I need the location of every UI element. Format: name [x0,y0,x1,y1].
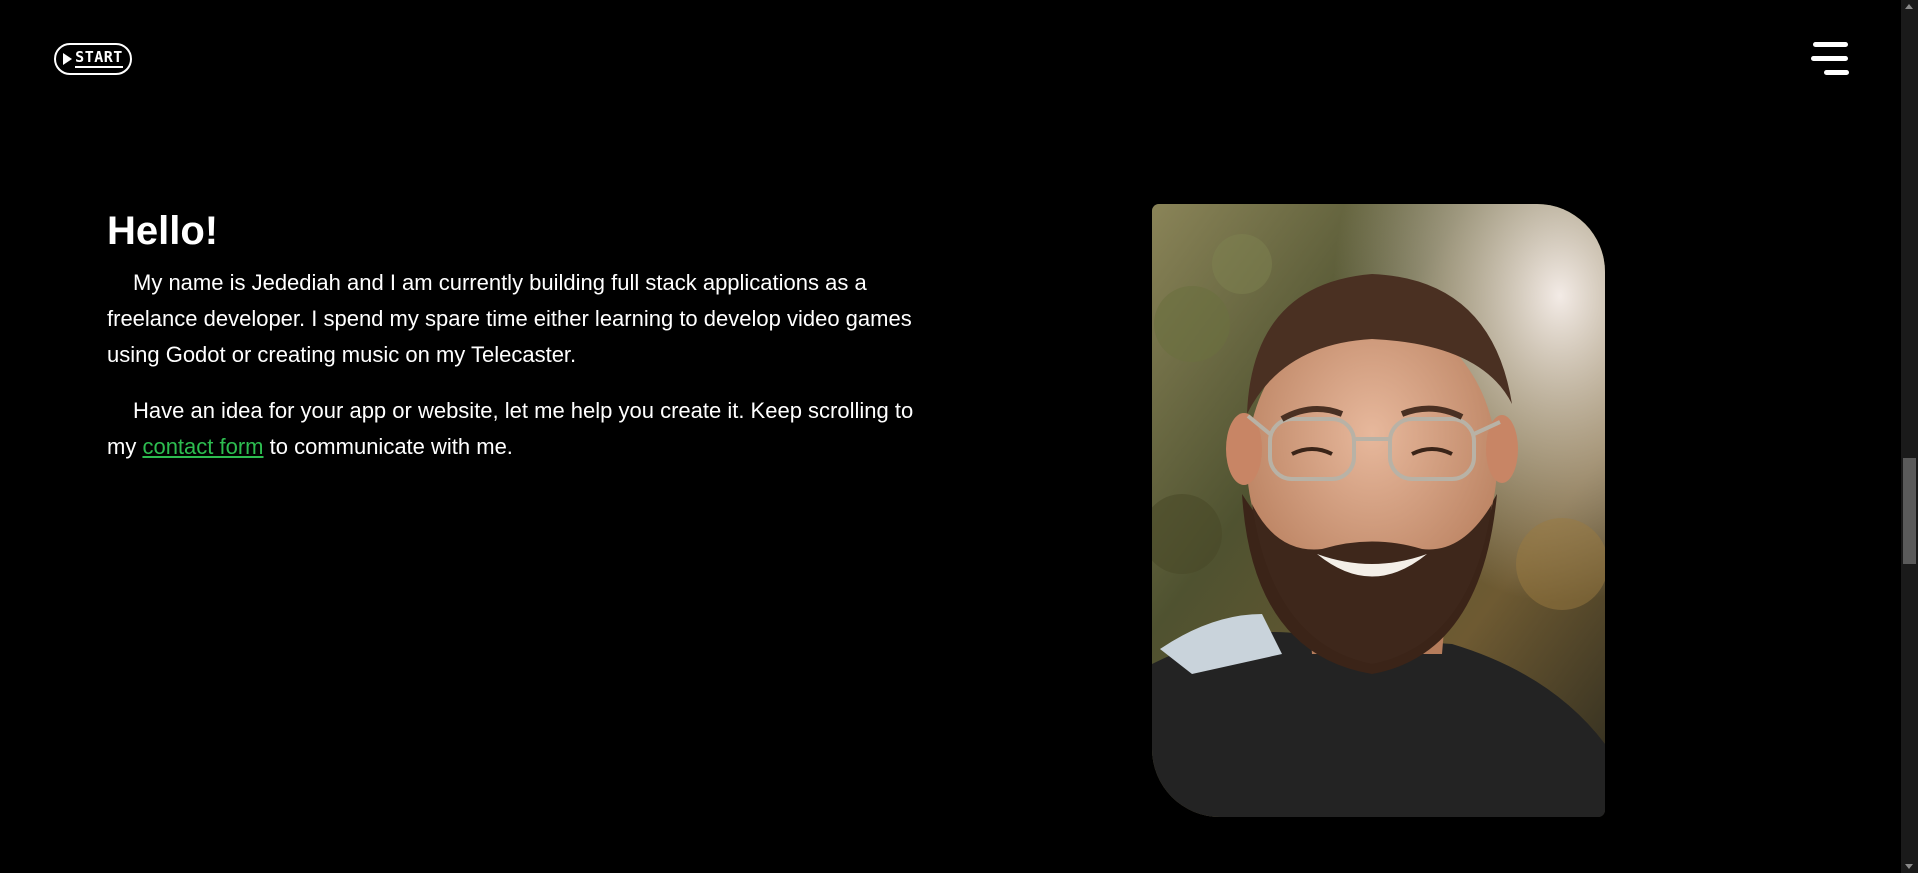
menu-line [1824,70,1849,75]
start-logo-link[interactable]: START [54,43,132,75]
contact-paragraph: Have an idea for your app or website, le… [107,393,947,465]
scroll-down-icon[interactable] [1905,864,1913,869]
contact-form-link[interactable]: contact form [142,434,263,459]
page: START Hello! My name is Jedediah and I a… [0,0,1918,873]
scroll-up-icon[interactable] [1905,4,1913,9]
portrait-illustration [1152,204,1605,817]
vertical-scrollbar[interactable] [1901,0,1918,873]
intro-section: Hello! My name is Jedediah and I am curr… [107,203,947,485]
menu-line [1813,42,1848,47]
portrait-photo [1152,204,1605,817]
logo-text: START [75,48,123,68]
intro-paragraph: My name is Jedediah and I am currently b… [107,270,912,367]
scroll-thumb[interactable] [1903,458,1916,564]
hello-heading: Hello! [107,209,219,253]
contact-text-after: to communicate with me. [263,434,513,459]
play-icon [63,53,73,65]
hamburger-menu-icon[interactable] [1811,42,1851,78]
menu-line [1811,56,1848,61]
